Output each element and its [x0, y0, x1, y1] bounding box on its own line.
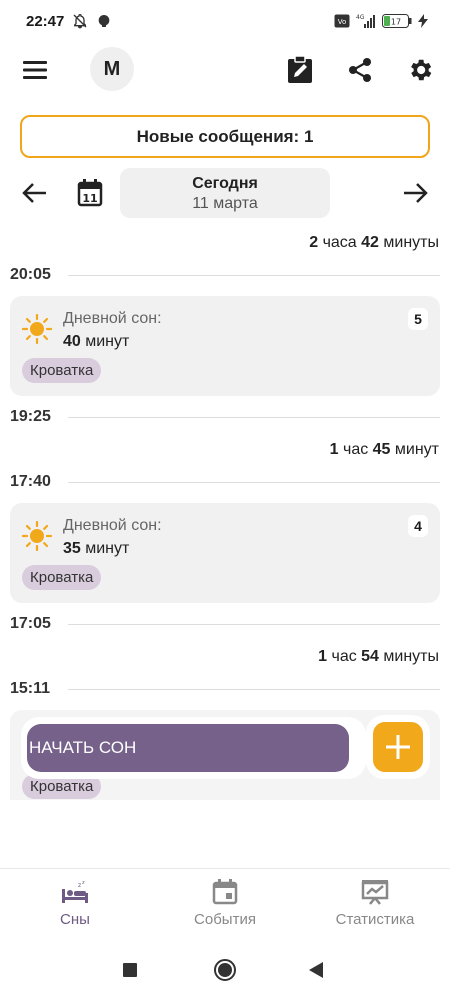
sleep-type-label: Дневной сон: [63, 310, 162, 327]
nav-label: Статистика [335, 911, 415, 928]
share-icon[interactable] [340, 50, 380, 90]
time-marker: 17:40 [10, 472, 440, 492]
time-marker: 19:25 [10, 407, 440, 427]
battery-level: 17 [391, 18, 401, 27]
add-wrap [366, 715, 430, 779]
back-icon[interactable] [308, 961, 324, 984]
nav-sleeps[interactable]: z z Сны [0, 869, 150, 940]
nav-events[interactable]: События [150, 869, 300, 940]
bell-off-icon [72, 13, 88, 29]
start-sleep-wrap: НАЧАТЬ СОН [21, 717, 366, 779]
add-event-button[interactable] [373, 722, 423, 772]
sleep-number-badge: 5 [408, 308, 428, 330]
svg-text:4G: 4G [356, 14, 365, 21]
duration-label: 1 час 54 минуты [318, 648, 439, 665]
date-selector[interactable]: Сегодня 11 марта [120, 168, 330, 218]
svg-text:z: z [78, 882, 81, 889]
sleep-card[interactable]: Дневной сон: 35 минут 4 Кроватка [10, 503, 440, 603]
date-title: Сегодня [192, 175, 258, 192]
status-bar: 22:47 Vo 4G 17 [0, 0, 450, 42]
edit-note-icon[interactable] [280, 50, 320, 90]
recents-icon[interactable] [122, 962, 138, 983]
time-marker: 15:11 [10, 679, 440, 699]
menu-icon[interactable] [15, 50, 55, 90]
date-navigation: 11 Сегодня 11 марта [0, 168, 450, 218]
sun-icon [22, 521, 52, 551]
status-time: 22:47 [26, 12, 65, 30]
chart-icon [361, 880, 389, 905]
bottom-navigation: z z Сны События Статистика [0, 868, 450, 940]
sleep-type-label: Дневной сон: [63, 517, 162, 534]
duration-label: 2 часа 42 минуты [309, 234, 439, 251]
toolbar: M [0, 42, 450, 98]
time-marker: 17:05 [10, 614, 440, 634]
settings-icon[interactable] [400, 50, 440, 90]
sleep-card[interactable]: Дневной сон: 40 минут 5 Кроватка [10, 296, 440, 396]
avatar[interactable]: M [90, 47, 134, 91]
system-navigation [0, 940, 450, 1000]
nav-statistics[interactable]: Статистика [300, 869, 450, 940]
arrow-right-icon[interactable] [395, 173, 435, 213]
new-messages-text: Новые сообщения: 1 [136, 126, 314, 146]
notification-icon [96, 13, 112, 29]
calendar-day: 11 [82, 192, 97, 205]
start-sleep-button[interactable]: НАЧАТЬ СОН [27, 724, 349, 772]
time-marker: 20:05 [10, 265, 440, 285]
sun-icon [22, 314, 52, 344]
plus-icon [386, 735, 410, 759]
sleep-card-partial: Кроватка НАЧАТЬ СОН [10, 710, 440, 800]
sleep-duration-value: 35 минут [63, 540, 130, 557]
date-subtitle: 11 марта [192, 195, 258, 212]
signal-4g-icon: 4G [356, 13, 376, 29]
calendar-icon[interactable]: 11 [70, 173, 110, 213]
nav-label: События [194, 911, 256, 928]
sleep-duration-value: 40 минут [63, 333, 130, 350]
battery-icon: 17 [382, 14, 412, 28]
location-tag: Кроватка [22, 358, 102, 383]
nav-label: Сны [60, 911, 90, 928]
bed-icon: z z [62, 880, 88, 903]
svg-text:Vo: Vo [338, 18, 347, 26]
new-messages-banner[interactable]: Новые сообщения: 1 [20, 115, 430, 158]
sleep-number-badge: 4 [408, 515, 428, 537]
charging-icon [418, 14, 428, 28]
volte-icon: Vo [334, 14, 350, 28]
duration-label: 1 час 45 минут [329, 441, 439, 458]
home-icon[interactable] [213, 958, 237, 987]
location-tag: Кроватка [22, 565, 102, 590]
svg-text:z: z [82, 880, 85, 886]
calendar-icon [212, 879, 238, 905]
arrow-left-icon[interactable] [15, 173, 55, 213]
